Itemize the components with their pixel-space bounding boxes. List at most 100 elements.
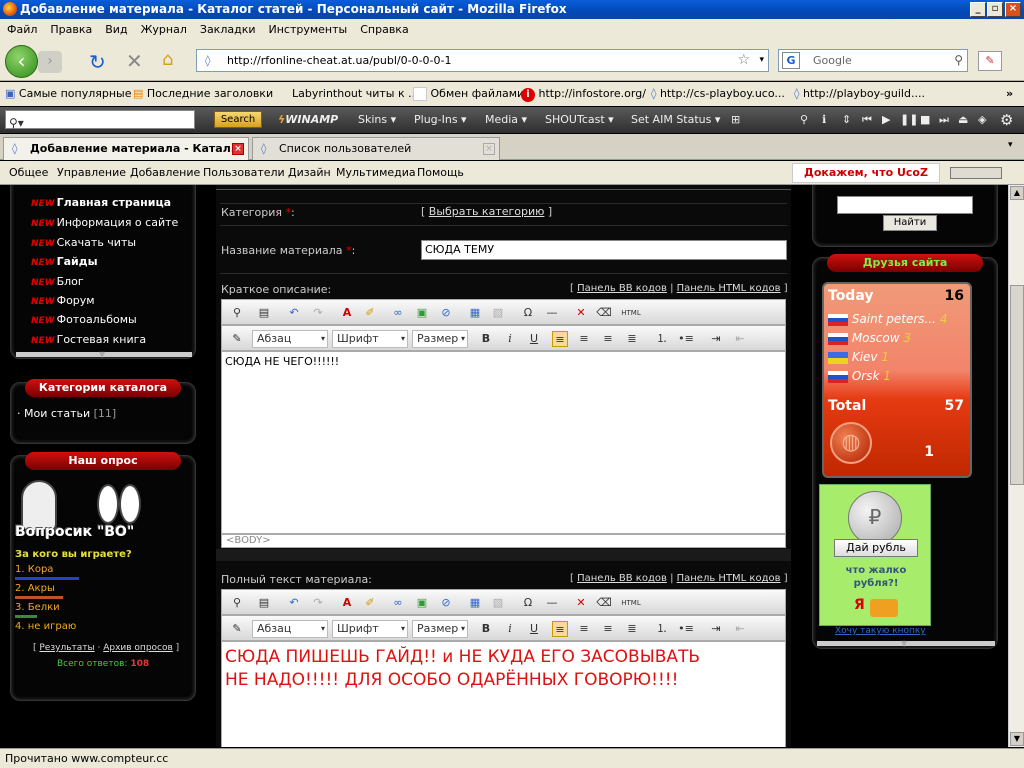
highlight-icon[interactable]: ✐: [362, 595, 378, 611]
pause-icon[interactable]: ❚❚: [900, 107, 918, 133]
underline-button[interactable]: U: [526, 621, 542, 637]
site-search-button[interactable]: Найти: [883, 215, 937, 231]
search-input[interactable]: G Google ⚲: [778, 49, 968, 72]
stop-icon[interactable]: ■: [920, 107, 930, 133]
bookmark-latest-headlines[interactable]: ▤ Последние заголовки: [133, 82, 273, 106]
bb-codes-panel-link[interactable]: Панель BB кодов: [577, 573, 667, 584]
poll-archive-link[interactable]: Архив опросов: [103, 643, 173, 653]
short-description-editor[interactable]: СЮДА НЕ ЧЕГО!!!!!!: [221, 351, 786, 534]
align-center-icon[interactable]: ≡: [576, 331, 592, 347]
indent-icon[interactable]: ⇥: [708, 331, 724, 347]
tab-list-dropdown-icon[interactable]: ▾: [1008, 140, 1013, 150]
size-select[interactable]: Размер ▾: [412, 620, 468, 638]
paste-icon[interactable]: ▤: [256, 305, 272, 321]
reload-icon[interactable]: ↻: [89, 50, 106, 74]
previous-icon[interactable]: ⏮: [862, 107, 872, 133]
table-icon[interactable]: ▦: [467, 305, 483, 321]
back-button[interactable]: ‹: [5, 45, 38, 78]
shuffle-icon[interactable]: ◈: [978, 107, 986, 133]
menu-tools[interactable]: Инструменты: [269, 23, 348, 36]
minimize-button[interactable]: _: [970, 2, 986, 17]
tab-add-material[interactable]: ◊ Добавление материала - Катал... ×: [3, 137, 249, 160]
page-scrollbar[interactable]: ▲ ▼: [1008, 185, 1024, 747]
edit-icon[interactable]: ✎: [229, 621, 245, 637]
winamp-plugins-menu[interactable]: Plug-Ins ▾: [414, 107, 467, 133]
url-dropdown-icon[interactable]: ▾: [759, 50, 764, 71]
search-icon[interactable]: ⚲: [229, 595, 245, 611]
link-icon[interactable]: ∞: [390, 305, 406, 321]
winamp-shoutcast-menu[interactable]: SHOUTcast ▾: [545, 107, 614, 133]
scroll-up-icon[interactable]: ▲: [1010, 186, 1024, 200]
ucoz-menu-add[interactable]: Добавление: [130, 161, 200, 185]
bb-codes-panel-link[interactable]: Панель BB кодов: [577, 283, 667, 294]
bookmark-cs-playboy[interactable]: ◊ http://cs-playboy.uco...: [651, 82, 785, 106]
play-icon[interactable]: ▶: [882, 107, 890, 133]
align-justify-icon[interactable]: ≣: [624, 331, 640, 347]
ordered-list-icon[interactable]: ⒈: [654, 621, 670, 637]
align-justify-icon[interactable]: ≣: [624, 621, 640, 637]
winamp-skins-menu[interactable]: Skins ▾: [358, 107, 396, 133]
bookmark-playboy-guild[interactable]: ◊ http://playboy-guild....: [794, 82, 925, 106]
volume-icon[interactable]: ⇕: [842, 107, 851, 133]
unordered-list-icon[interactable]: •≡: [678, 331, 694, 347]
size-select[interactable]: Размер ▾: [412, 330, 468, 348]
outdent-icon[interactable]: ⇤: [732, 331, 748, 347]
ucoz-menu-users[interactable]: Пользователи: [203, 161, 285, 185]
image-icon[interactable]: ▣: [414, 595, 430, 611]
link-icon[interactable]: ∞: [390, 595, 406, 611]
nav-guestbook[interactable]: NEW Гостевая книга: [31, 333, 146, 346]
anchor-icon[interactable]: ⊘: [438, 305, 454, 321]
scroll-thumb[interactable]: [1010, 285, 1024, 485]
nav-guides[interactable]: NEW Гайды: [31, 255, 98, 268]
align-left-icon[interactable]: ≡: [552, 621, 568, 637]
italic-button[interactable]: i: [502, 621, 518, 637]
ordered-list-icon[interactable]: ⒈: [654, 331, 670, 347]
add-icon[interactable]: ⊞: [731, 107, 740, 133]
ucoz-menu-management[interactable]: Управление: [57, 161, 126, 185]
search-icon[interactable]: ⚲: [229, 305, 245, 321]
scroll-down-icon[interactable]: ▼: [99, 350, 105, 359]
nav-blog[interactable]: NEW Блог: [31, 275, 84, 288]
text-color-icon[interactable]: A: [339, 305, 355, 321]
bookmark-file-exchange[interactable]: Обмен файлами: [413, 82, 524, 106]
bold-button[interactable]: B: [478, 331, 494, 347]
eject-icon[interactable]: ⏏: [958, 107, 968, 133]
next-icon[interactable]: ⏭: [939, 107, 949, 133]
info-icon[interactable]: ℹ: [822, 107, 826, 133]
font-select[interactable]: Шрифт ▾: [332, 620, 408, 638]
menu-edit[interactable]: Правка: [50, 23, 92, 36]
nav-download-cheats[interactable]: NEW Скачать читы: [31, 236, 136, 249]
remove-format-icon[interactable]: ✕: [573, 595, 589, 611]
redo-icon[interactable]: ↷: [310, 305, 326, 321]
indent-icon[interactable]: ⇥: [708, 621, 724, 637]
special-char-icon[interactable]: Ω: [520, 595, 536, 611]
ucoz-menu-design[interactable]: Дизайн: [288, 161, 331, 185]
ucoz-menu-general[interactable]: Общее: [9, 161, 48, 185]
align-right-icon[interactable]: ≡: [600, 331, 616, 347]
full-text-editor[interactable]: СЮДА ПИШЕШЬ ГАЙД!! и НЕ КУДА ЕГО ЗАСОВЫВ…: [221, 641, 786, 747]
title-input[interactable]: СЮДА ТЕМУ: [421, 240, 787, 260]
redo-icon[interactable]: ↷: [310, 595, 326, 611]
font-select[interactable]: Шрифт ▾: [332, 330, 408, 348]
poll-results-link[interactable]: Результаты: [39, 643, 94, 653]
choose-category-link[interactable]: Выбрать категорию: [429, 205, 545, 218]
html-source-icon[interactable]: HTML: [620, 595, 642, 611]
addon-icon[interactable]: ✎: [978, 51, 1002, 71]
close-tab-icon[interactable]: ×: [483, 143, 495, 155]
special-char-icon[interactable]: Ω: [520, 305, 536, 321]
menu-history[interactable]: Журнал: [141, 23, 187, 36]
horizontal-rule-icon[interactable]: —: [544, 595, 560, 611]
menu-bookmarks[interactable]: Закладки: [200, 23, 256, 36]
undo-icon[interactable]: ↶: [286, 305, 302, 321]
html-codes-panel-link[interactable]: Панель HTML кодов: [677, 283, 781, 294]
catalog-item-my-articles[interactable]: · Мои статьи [11]: [17, 407, 116, 420]
nav-photo-albums[interactable]: NEW Фотоальбомы: [31, 313, 137, 326]
search-icon[interactable]: ⚲: [800, 107, 808, 133]
home-icon[interactable]: ⌂: [162, 49, 173, 70]
paragraph-select[interactable]: Абзац ▾: [252, 330, 328, 348]
align-left-icon[interactable]: ≡: [552, 331, 568, 347]
close-tab-icon[interactable]: ×: [232, 143, 244, 155]
html-codes-panel-link[interactable]: Панель HTML кодов: [677, 573, 781, 584]
nav-site-info[interactable]: NEW Информация о сайте: [31, 216, 178, 229]
align-center-icon[interactable]: ≡: [576, 621, 592, 637]
